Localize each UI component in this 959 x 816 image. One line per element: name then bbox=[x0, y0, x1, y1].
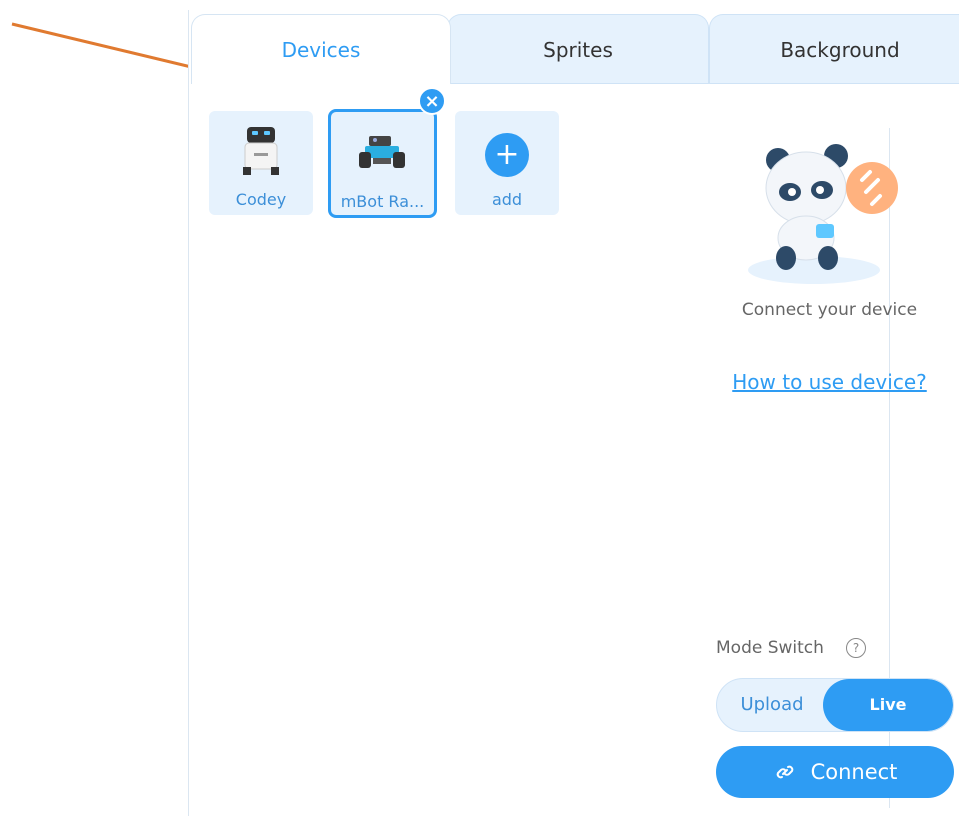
connect-device-text: Connect your device bbox=[741, 300, 918, 320]
device-card-mbot[interactable]: mBot Ra... bbox=[328, 109, 437, 218]
how-to-use-device-link[interactable]: How to use device? bbox=[700, 370, 959, 394]
tab-sprites[interactable]: Sprites bbox=[447, 14, 709, 84]
upload-mode-button[interactable]: Upload bbox=[717, 679, 827, 731]
mode-toggle[interactable]: Upload Live bbox=[716, 678, 954, 732]
panda-disconnected-illustration bbox=[748, 144, 898, 284]
device-label-codey: Codey bbox=[235, 190, 287, 209]
connect-button[interactable]: Connect bbox=[716, 746, 954, 798]
add-device-button[interactable]: + add bbox=[455, 111, 559, 215]
tab-devices[interactable]: Devices bbox=[191, 14, 451, 84]
connection-sidebar: Connect your device How to use device? M… bbox=[700, 0, 959, 816]
codey-robot-icon bbox=[243, 127, 279, 175]
remove-device-icon[interactable]: × bbox=[418, 87, 446, 115]
device-label-mbot: mBot Ra... bbox=[340, 192, 425, 211]
add-label: add bbox=[491, 190, 523, 209]
plus-icon: + bbox=[485, 133, 529, 177]
live-mode-button[interactable]: Live bbox=[823, 679, 953, 731]
help-icon[interactable]: ? bbox=[846, 638, 866, 658]
connect-label: Connect bbox=[810, 760, 898, 784]
mbot-ranger-robot-icon bbox=[359, 136, 405, 168]
device-card-codey[interactable]: Codey bbox=[209, 111, 313, 215]
mode-switch-label: Mode Switch bbox=[716, 638, 824, 658]
link-icon bbox=[776, 765, 793, 779]
